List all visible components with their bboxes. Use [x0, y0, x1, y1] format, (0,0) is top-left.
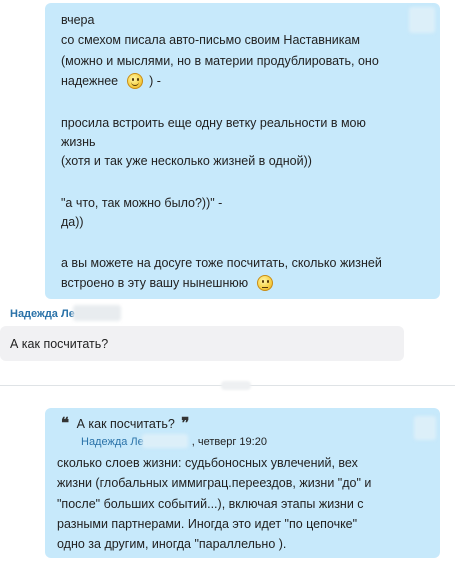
message-line: одно за другим, иногда "параллельно ). — [57, 537, 287, 551]
message-bubble-incoming: А как посчитать? — [0, 326, 404, 361]
message-line: а вы можете на досуге тоже посчитать, ск… — [61, 256, 382, 270]
message-line-with-emoji: встроено в эту вашу нынешнюю — [61, 275, 273, 291]
blurred-timestamp — [414, 416, 436, 440]
message-bubble-own: вчера со смехом писала авто-письмо своим… — [45, 3, 440, 299]
message-text: ) - — [149, 74, 161, 88]
message-line-with-emoji: надежнее ) - — [61, 73, 161, 89]
message-line: сколько слоев жизни: судьбоносных увлече… — [57, 456, 358, 470]
message-line: разными партнерами. Иногда это идет "по … — [57, 517, 358, 531]
thinking-emoji-icon — [256, 275, 273, 291]
message-line: (хотя и так уже несколько жизней в одной… — [61, 154, 312, 168]
message-line: жизни (глобальных иммиграц.переездов, жи… — [57, 476, 372, 490]
blurred-timestamp — [409, 7, 435, 33]
quote-time: , четверг 19:20 — [191, 436, 267, 448]
date-divider-label — [221, 381, 251, 390]
quote-author-link[interactable]: Надежда Ле — [81, 436, 144, 448]
message-line: просила встроить еще одну ветку реальнос… — [61, 116, 366, 130]
message-line: (можно и мыслями, но в материи продублир… — [61, 54, 379, 68]
message-line: жизнь — [61, 135, 96, 149]
message-line: да)) — [61, 215, 84, 229]
message-text: А как посчитать? — [10, 337, 109, 351]
message-line: "а что, так можно было?))" - — [61, 196, 223, 210]
blurred-surname — [73, 305, 121, 321]
quote-close-icon: ❞ — [181, 415, 190, 432]
sender-name[interactable]: Надежда Ле — [10, 308, 75, 320]
message-line: со смехом писала авто-письмо своим Наста… — [61, 33, 361, 47]
message-bubble-own: ❝ А как посчитать? ❞ Надежда Ле , четверг… — [45, 408, 440, 558]
message-line: вчера — [61, 13, 95, 27]
quote-header: ❝ А как посчитать? ❞ — [61, 416, 189, 432]
quote-text: А как посчитать? — [76, 417, 175, 431]
quote-open-icon: ❝ — [61, 415, 70, 432]
smile-emoji-icon — [126, 73, 143, 89]
message-text: встроено в эту вашу нынешнюю — [61, 276, 249, 290]
blurred-surname — [142, 434, 188, 448]
message-line: "после" больших событий...), включая эта… — [57, 497, 364, 511]
message-text: надежнее — [61, 74, 119, 88]
